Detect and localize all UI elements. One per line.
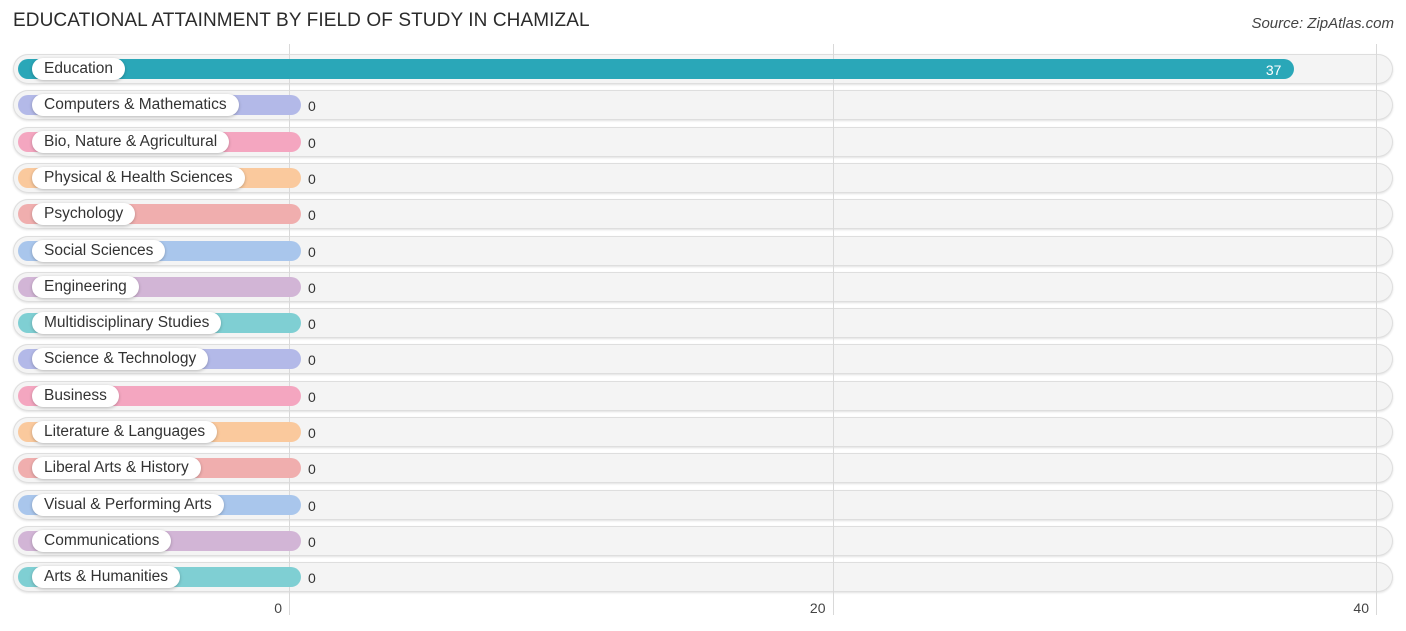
category-label: Literature & Languages [32,421,218,443]
category-label: Science & Technology [32,348,209,371]
category-label: Visual & Performing Arts [32,493,224,516]
category-label: Liberal Arts & History [32,457,201,480]
value-label: 0 [308,279,316,296]
value-label: 0 [308,425,316,441]
x-tick-label: 0 [274,600,282,616]
value-label: 0 [308,461,316,478]
category-label: Arts & Humanities [32,566,181,589]
value-label: 0 [308,533,316,550]
value-label: 0 [308,170,316,187]
value-label: 37 [1265,62,1282,78]
category-label: Physical & Health Sciences [32,166,245,189]
category-label: Computers & Mathematics [32,94,239,117]
value-label: 0 [308,134,316,151]
category-label: Psychology [32,203,136,226]
x-tick-label: 20 [809,600,826,616]
gridline [1376,44,1377,615]
value-label: 0 [308,98,316,115]
bar-chart: Education 37 Computers & Mathematics 0 Bio, … [0,0,1406,631]
value-label: 0 [308,207,316,224]
category-label: Bio, Nature & Agricultural [32,130,230,153]
value-label: 0 [308,388,316,405]
category-label: Social Sciences [32,239,166,262]
value-label: 0 [308,352,316,369]
value-label: 0 [308,316,316,333]
category-label: Education [32,58,125,80]
category-label: Business [32,384,119,407]
value-label: 0 [308,497,316,514]
x-tick-label: 40 [1353,600,1369,616]
category-label: Multidisciplinary Studies [32,312,222,335]
category-label: Engineering [32,275,139,298]
value-label: 0 [308,570,316,587]
value-label: 0 [308,243,316,260]
gridline [833,44,834,615]
category-label: Communications [32,529,172,552]
bar[interactable] [18,59,1295,79]
